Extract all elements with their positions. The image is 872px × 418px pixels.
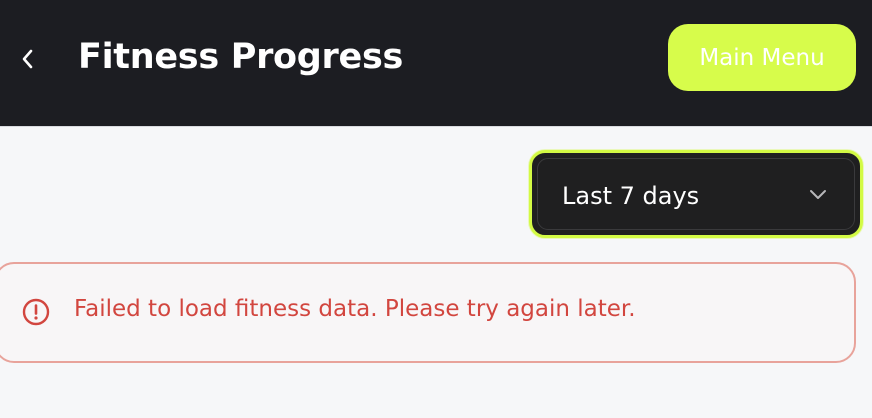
- back-button[interactable]: [12, 42, 42, 76]
- chevron-left-icon: [22, 49, 33, 69]
- time-range-value: Last 7 days: [562, 182, 700, 210]
- app-header: Fitness Progress Main Menu: [0, 0, 872, 127]
- page-title: Fitness Progress: [78, 37, 404, 77]
- error-alert: Failed to load fitness data. Please try …: [0, 262, 856, 363]
- alert-circle-icon: [22, 298, 50, 326]
- time-range-select[interactable]: Last 7 days: [529, 150, 863, 238]
- chevron-down-icon: [810, 190, 826, 199]
- error-message: Failed to load fitness data. Please try …: [74, 296, 636, 322]
- main-menu-button[interactable]: Main Menu: [668, 24, 856, 91]
